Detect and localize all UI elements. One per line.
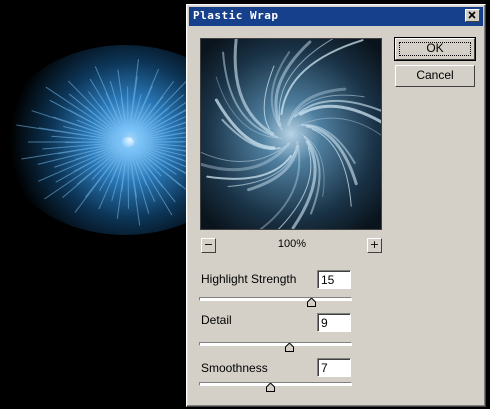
highlight-strength-thumb[interactable] xyxy=(307,298,316,307)
detail-slider[interactable] xyxy=(199,342,352,346)
preview-image xyxy=(201,39,381,229)
title-bar[interactable]: Plastic Wrap xyxy=(189,7,483,26)
highlight-strength-input[interactable] xyxy=(317,270,351,289)
ok-button[interactable]: OK xyxy=(394,37,476,61)
zoom-level: 100% xyxy=(277,238,307,250)
cancel-label: Cancel xyxy=(416,68,454,82)
detail-input[interactable] xyxy=(317,313,351,332)
zoom-out-button[interactable]: − xyxy=(201,238,216,253)
highlight-strength-slider[interactable] xyxy=(199,297,352,301)
cancel-button[interactable]: Cancel xyxy=(395,65,475,87)
highlight-strength-label: Highlight Strength xyxy=(201,272,297,286)
close-button[interactable] xyxy=(465,9,480,22)
smoothness-thumb[interactable] xyxy=(266,383,276,392)
filter-preview[interactable] xyxy=(200,38,382,230)
detail-label: Detail xyxy=(201,313,232,327)
plastic-wrap-dialog: Plastic Wrap − 100% + OK Cancel Highligh… xyxy=(186,4,486,407)
smoothness-input[interactable] xyxy=(317,358,351,377)
zoom-in-button[interactable]: + xyxy=(367,238,382,253)
detail-thumb[interactable] xyxy=(285,343,295,352)
smoothness-label: Smoothness xyxy=(201,361,268,375)
dialog-title: Plastic Wrap xyxy=(193,9,279,22)
smoothness-slider[interactable] xyxy=(199,382,352,386)
close-icon xyxy=(468,11,476,19)
